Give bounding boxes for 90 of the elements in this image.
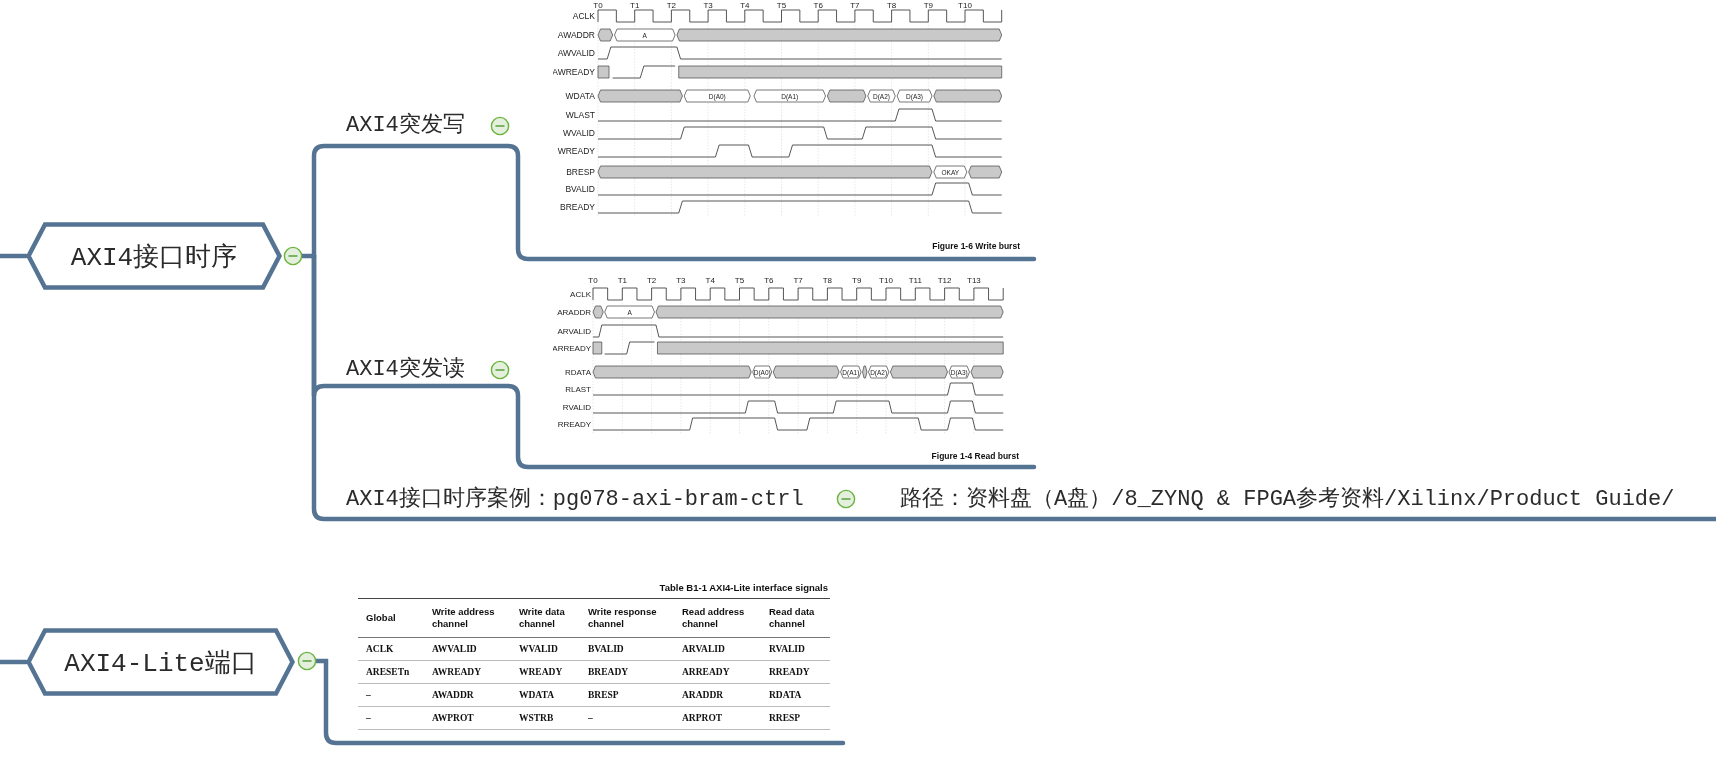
- signal-name: ARVALID: [557, 327, 591, 336]
- signal-name: ACLK: [572, 11, 595, 21]
- branch-line: [0, 659, 29, 665]
- table-cell: AWVALID: [424, 637, 511, 661]
- table-cell: –: [358, 706, 424, 730]
- table-cell: WSTRB: [511, 706, 580, 730]
- time-label: T5: [734, 276, 745, 285]
- subtopic-label[interactable]: AXI4突发读: [346, 355, 465, 385]
- time-label: T2: [666, 1, 677, 10]
- table-cell: RVALID: [761, 637, 830, 661]
- signal-name: WLAST: [565, 110, 595, 120]
- collapse-button[interactable]: [490, 360, 510, 380]
- signal-name: RLAST: [565, 385, 591, 394]
- branch-line: [0, 253, 29, 259]
- table-cell: AWREADY: [424, 660, 511, 684]
- signal-name: BRESP: [566, 167, 595, 177]
- collapse-button[interactable]: [283, 246, 303, 266]
- column-header: Read data channel: [761, 598, 830, 638]
- time-label: T5: [776, 1, 787, 10]
- signal-name: RVALID: [562, 403, 591, 412]
- signal-name: ARREADY: [553, 344, 591, 353]
- signal-name: AWVALID: [557, 48, 595, 58]
- time-label: T9: [923, 1, 933, 10]
- time-label: T0: [593, 1, 603, 10]
- time-label: T11: [908, 276, 922, 285]
- figure-caption: Figure 1-4 Read burst: [931, 451, 1019, 461]
- time-label: T2: [646, 276, 657, 285]
- signal-name: WDATA: [565, 91, 595, 101]
- column-header: Write address channel: [424, 598, 511, 638]
- column-header: Write response channel: [580, 598, 674, 638]
- time-label: T1: [630, 1, 640, 10]
- table-cell: –: [580, 706, 674, 730]
- time-label: T6: [764, 276, 774, 285]
- signal-name: AWREADY: [553, 67, 595, 77]
- column-header: Global: [358, 598, 424, 638]
- table-title: Table B1-1 AXI4-Lite interface signals: [658, 581, 829, 595]
- signal-name: RREADY: [557, 420, 591, 429]
- table-cell: ARVALID: [674, 637, 761, 661]
- signal-name: ACLK: [570, 290, 591, 299]
- signal-name: BVALID: [565, 184, 595, 194]
- signal-name: WREADY: [557, 146, 595, 156]
- table-cell: ARPROT: [674, 706, 761, 730]
- time-label: T0: [588, 276, 598, 285]
- time-label: T8: [822, 276, 833, 285]
- topic-node[interactable]: AXI4接口时序: [26, 222, 282, 290]
- table-cell: RDATA: [761, 683, 830, 707]
- column-header: Read address channel: [674, 598, 761, 638]
- signal-name: ARADDR: [557, 308, 591, 317]
- table-cell: WREADY: [511, 660, 580, 684]
- table-cell: AWADDR: [424, 683, 511, 707]
- table-cell: WDATA: [511, 683, 580, 707]
- subtopic-label[interactable]: AXI4突发写: [346, 111, 465, 141]
- subtopic-label[interactable]: AXI4接口时序案例：pg078-axi-bram-ctrl: [346, 485, 804, 515]
- time-label: T8: [886, 1, 897, 10]
- time-label: T6: [813, 1, 823, 10]
- time-label: T12: [937, 276, 952, 285]
- table-cell: –: [358, 683, 424, 707]
- signal-name: WVALID: [563, 128, 595, 138]
- table-cell: RRESP: [761, 706, 830, 730]
- table-cell: WVALID: [511, 637, 580, 661]
- figure-caption: Figure 1-6 Write burst: [932, 241, 1020, 251]
- table-cell: RREADY: [761, 660, 830, 684]
- time-label: T7: [793, 276, 803, 285]
- signal-name: RDATA: [565, 368, 591, 377]
- time-label: T7: [850, 1, 860, 10]
- table-cell: AWPROT: [424, 706, 511, 730]
- table-cell: BVALID: [580, 637, 674, 661]
- table-cell: ARADDR: [674, 683, 761, 707]
- table-cell: BRESP: [580, 683, 674, 707]
- collapse-button[interactable]: [836, 489, 856, 509]
- subtopic-label[interactable]: 路径：资料盘（A盘）/8_ZYNQ & FPGA参考资料/Xilinx/Product Guide/: [900, 485, 1675, 515]
- time-label: T1: [617, 276, 627, 285]
- time-label: T3: [703, 1, 713, 10]
- table-cell: ARREADY: [674, 660, 761, 684]
- time-label: T9: [852, 276, 862, 285]
- time-label: T3: [676, 276, 686, 285]
- column-header: Write data channel: [511, 598, 580, 638]
- signal-name: AWADDR: [557, 30, 595, 40]
- time-label: T4: [705, 276, 715, 285]
- time-label: T4: [740, 1, 750, 10]
- topic-node[interactable]: AXI4-Lite端口: [26, 628, 295, 696]
- table-cell: BREADY: [580, 660, 674, 684]
- table-cell: ACLK: [358, 637, 424, 661]
- time-label: T10: [879, 276, 893, 285]
- table-cell: ARESETn: [358, 660, 424, 684]
- signal-name: BREADY: [560, 202, 595, 212]
- time-label: T10: [958, 1, 972, 10]
- time-label: T13: [967, 276, 981, 285]
- collapse-button[interactable]: [297, 651, 317, 671]
- collapse-button[interactable]: [490, 116, 510, 136]
